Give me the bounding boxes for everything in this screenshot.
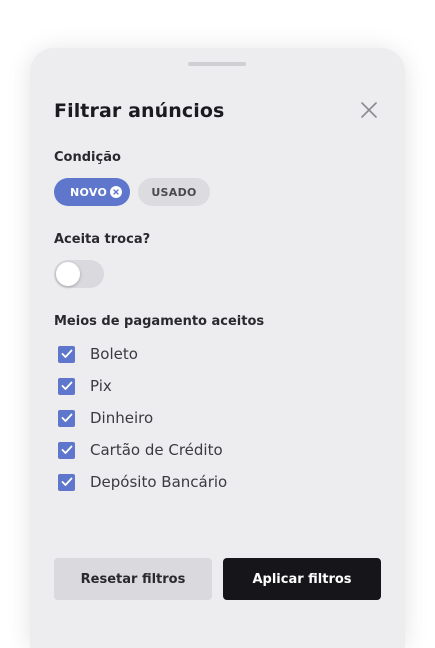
checkbox-checked-icon[interactable] bbox=[58, 409, 75, 427]
checkbox-checked-icon[interactable] bbox=[58, 441, 75, 459]
checkbox-checked-icon[interactable] bbox=[58, 377, 75, 395]
condition-label: Condição bbox=[54, 150, 121, 165]
payment-item-deposito-bancario[interactable]: Depósito Bancário bbox=[58, 472, 227, 492]
checkbox-checked-icon[interactable] bbox=[58, 345, 75, 363]
payment-item-dinheiro[interactable]: Dinheiro bbox=[58, 408, 153, 428]
trade-label: Aceita troca? bbox=[54, 232, 151, 247]
payment-item-boleto[interactable]: Boleto bbox=[58, 344, 138, 364]
payment-item-cartao-credito[interactable]: Cartão de Crédito bbox=[58, 440, 223, 460]
chip-novo-label: NOVO bbox=[70, 185, 108, 199]
chip-usado-label: USADO bbox=[151, 185, 197, 199]
payment-item-label: Boleto bbox=[90, 345, 138, 363]
checkbox-checked-icon[interactable] bbox=[58, 473, 75, 491]
sheet-title: Filtrar anúncios bbox=[54, 100, 225, 122]
reset-filters-button[interactable]: Resetar filtros bbox=[54, 558, 212, 600]
chip-novo[interactable]: NOVO bbox=[54, 178, 130, 206]
filter-bottom-sheet: Filtrar anúncios Condição NOVO USADO Ace… bbox=[30, 48, 405, 648]
drag-handle[interactable] bbox=[188, 62, 246, 66]
remove-icon[interactable] bbox=[110, 186, 122, 198]
payment-item-pix[interactable]: Pix bbox=[58, 376, 112, 396]
payment-item-label: Cartão de Crédito bbox=[90, 441, 223, 459]
close-icon[interactable] bbox=[358, 99, 380, 121]
chip-usado[interactable]: USADO bbox=[138, 178, 210, 206]
trade-toggle[interactable] bbox=[54, 260, 104, 288]
payment-item-label: Depósito Bancário bbox=[90, 473, 228, 491]
payment-item-label: Pix bbox=[90, 377, 112, 395]
payment-methods-label: Meios de pagamento aceitos bbox=[54, 314, 265, 329]
payment-item-label: Dinheiro bbox=[90, 409, 154, 427]
apply-filters-button[interactable]: Aplicar filtros bbox=[223, 558, 381, 600]
toggle-knob bbox=[56, 262, 80, 286]
